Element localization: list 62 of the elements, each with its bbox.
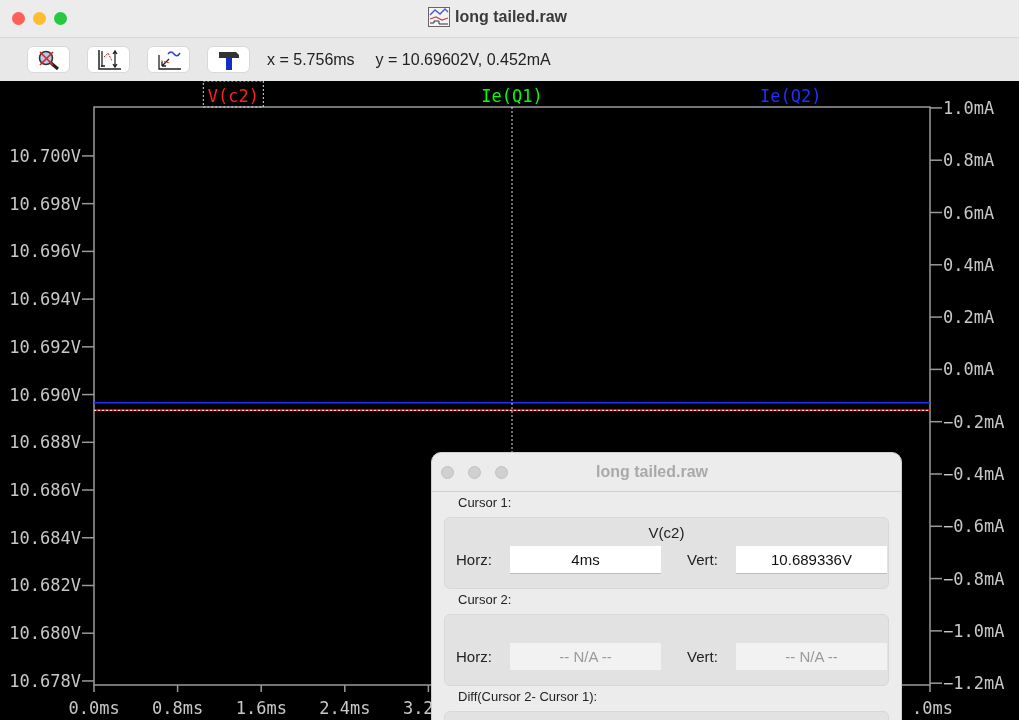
y-tick-label: 0.2mA [943, 307, 995, 328]
field-label: Horz: [456, 648, 493, 665]
toolbar-button[interactable] [87, 46, 130, 73]
y-tick-label: 10.682V [9, 575, 81, 596]
cursor-y-readout: y = 10.69602V, 0.452mA [375, 50, 551, 69]
y-tick-label: 10.698V [9, 193, 81, 214]
zoom-button[interactable] [495, 465, 508, 479]
y-tick-label: −1.2mA [943, 673, 1005, 694]
group-label: Cursor 2: [457, 591, 513, 609]
x-tick-label: 0.8ms [152, 698, 204, 718]
magnifier-icon [38, 50, 59, 70]
hammer-icon [218, 51, 239, 70]
field-label: Horz: [456, 551, 493, 568]
y-tick-label: 1.0mA [943, 97, 995, 118]
axes-icon [97, 48, 122, 70]
y-tick-label: 10.692V [9, 336, 81, 357]
window-title: long tailed.raw [455, 8, 567, 26]
y-tick-label: 10.700V [9, 145, 81, 166]
y-tick-label: 10.678V [9, 670, 81, 691]
x-tick-label: 3.2 [402, 698, 434, 718]
y-tick-label: 0.4mA [943, 254, 995, 275]
y-tick-label: 10.696V [9, 241, 81, 262]
x-tick-label: 2.4ms [319, 698, 371, 718]
field-label: Vert: [687, 648, 719, 665]
zoom-button[interactable] [54, 12, 67, 25]
legend-label[interactable]: Ie(Q1) [481, 86, 543, 106]
x-tick-label: .0ms [912, 698, 953, 718]
waveform-icon [428, 7, 450, 27]
curve-icon [157, 50, 182, 70]
cursor-x-readout: x = 5.756ms [267, 50, 355, 69]
legend-label[interactable]: Ie(Q2) [759, 86, 822, 106]
y-tick-label: 0.8mA [943, 150, 995, 171]
field-label: Vert: [687, 551, 719, 568]
close-button[interactable] [441, 465, 454, 479]
y-tick-label: −0.6mA [943, 516, 1005, 537]
y-tick-label: 10.680V [9, 623, 81, 644]
y-tick-label: 10.688V [9, 432, 81, 453]
y-tick-label: 0.0mA [943, 359, 995, 380]
dialog-title: long tailed.raw [596, 463, 708, 481]
toolbar-button[interactable] [207, 46, 250, 73]
minimize-button[interactable] [33, 12, 46, 25]
x-tick-label: 1.6ms [235, 698, 287, 718]
y-tick-label: 10.694V [9, 289, 81, 310]
close-button[interactable] [12, 12, 25, 25]
minimize-button[interactable] [468, 465, 481, 479]
group-label: Diff(Cursor 2- Cursor 1): [457, 688, 599, 706]
toolbar-button[interactable] [147, 46, 190, 73]
group-label: Cursor 1: [457, 494, 513, 512]
y-tick-label: 10.686V [9, 480, 81, 501]
x-tick-label: 0.0ms [68, 698, 120, 718]
horz-field[interactable]: 4ms [510, 546, 661, 573]
y-tick-label: −0.8mA [943, 568, 1005, 589]
y-tick-label: −0.4mA [943, 464, 1005, 484]
y-tick-label: −1.0mA [943, 620, 1005, 641]
y-tick-label: 10.690V [9, 384, 81, 405]
y-tick-label: 0.6mA [943, 202, 995, 223]
y-tick-label: −0.2mA [943, 411, 1005, 432]
toolbar-button[interactable] [27, 46, 70, 73]
legend-label[interactable]: V(c2) [207, 86, 259, 106]
vert-field[interactable]: 10.689336V [736, 546, 887, 573]
y-tick-label: 10.684V [9, 527, 81, 548]
trace-name: V(c2) [648, 523, 685, 541]
